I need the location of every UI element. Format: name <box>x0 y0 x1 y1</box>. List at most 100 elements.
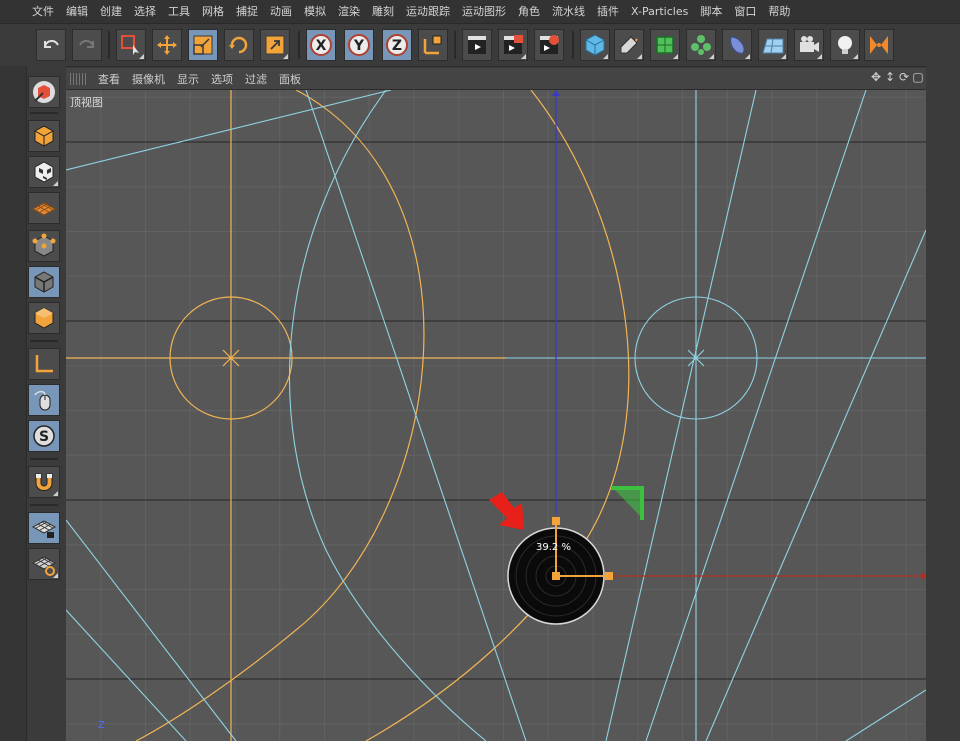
menu-item-14[interactable]: 流水线 <box>546 0 591 24</box>
model-mode-icon <box>34 125 54 147</box>
menu-item-5[interactable]: 网格 <box>196 0 230 24</box>
snap-mode-button[interactable]: S <box>28 420 60 452</box>
menu-item-12[interactable]: 运动图形 <box>456 0 512 24</box>
edit-mode-button[interactable] <box>28 76 60 108</box>
render-picture-button[interactable] <box>498 29 528 61</box>
dolly-icon[interactable]: ↕ <box>884 70 896 84</box>
undo-button[interactable] <box>36 29 66 61</box>
edges-mode-button[interactable] <box>28 266 60 298</box>
pan-icon[interactable]: ✥ <box>870 70 882 84</box>
texture-mode-button[interactable] <box>28 156 60 188</box>
radius-handle-top[interactable] <box>552 517 560 525</box>
render-view-button[interactable] <box>462 29 492 61</box>
menu-item-8[interactable]: 模拟 <box>298 0 332 24</box>
viewport-menu-item-1[interactable]: 摄像机 <box>126 71 171 87</box>
tweak-mode-button[interactable] <box>28 384 60 416</box>
scale-tool-button[interactable] <box>188 29 218 61</box>
menu-item-9[interactable]: 渲染 <box>332 0 366 24</box>
menu-item-4[interactable]: 工具 <box>162 0 196 24</box>
render-settings-icon <box>540 35 559 54</box>
axis-mode-button[interactable] <box>28 348 60 380</box>
grid <box>66 90 926 741</box>
make-editable-icon <box>33 81 55 103</box>
radius-handle-right[interactable] <box>605 572 613 580</box>
axis-label-z: Z <box>98 720 105 731</box>
menu-item-13[interactable]: 角色 <box>512 0 546 24</box>
live-selection-button[interactable] <box>116 29 146 61</box>
model-mode-button[interactable] <box>28 120 60 152</box>
viewport-menu-item-2[interactable]: 显示 <box>171 71 205 87</box>
y-axis-label: Y <box>353 38 365 54</box>
viewport-nav-controls: ✥ ↕ ⟳ ▢ <box>870 70 924 84</box>
workplane-lock-icon <box>31 520 57 538</box>
redo-button[interactable] <box>72 29 102 61</box>
menu-item-15[interactable]: 插件 <box>591 0 625 24</box>
orbit-icon[interactable]: ⟳ <box>898 70 910 84</box>
menu-item-2[interactable]: 创建 <box>94 0 128 24</box>
menu-item-16[interactable]: X-Particles <box>625 0 694 24</box>
cyan-splines <box>66 90 926 741</box>
subdivision-surface-button[interactable] <box>650 29 680 61</box>
viewport-menu-item-4[interactable]: 过滤 <box>239 71 273 87</box>
render-settings-button[interactable] <box>534 29 564 61</box>
svg-text:S: S <box>39 429 49 445</box>
undo-icon <box>44 40 59 48</box>
maximize-view-icon[interactable]: ▢ <box>912 70 924 84</box>
cube-primitive-button[interactable] <box>580 29 610 61</box>
menu-item-10[interactable]: 雕刻 <box>366 0 400 24</box>
orange-splines <box>66 90 630 741</box>
viewport-scene <box>66 90 926 741</box>
light-button[interactable] <box>830 29 860 61</box>
viewport-menu-item-5[interactable]: 面板 <box>273 71 307 87</box>
menu-item-6[interactable]: 捕捉 <box>230 0 264 24</box>
top-viewport[interactable]: 顶视图 39.2 % Z <box>66 90 926 741</box>
menu-item-7[interactable]: 动画 <box>264 0 298 24</box>
edges-mode-icon <box>34 271 54 293</box>
workplane-align-button[interactable] <box>28 548 60 580</box>
polygons-mode-button[interactable] <box>28 302 60 334</box>
axis-mode-icon <box>35 355 53 373</box>
x-axis-lock-button[interactable]: X <box>306 29 336 61</box>
solo-icon: S <box>33 425 55 447</box>
points-mode-icon <box>32 233 56 257</box>
viewport-menu-bar: 查看 摄像机 显示 选项 过滤 面板 <box>66 68 926 90</box>
floor-button[interactable] <box>758 29 788 61</box>
left-strip <box>0 66 27 741</box>
arrow-annotation-icon <box>489 492 524 530</box>
falloff-percent: 39.2 % <box>536 542 571 553</box>
x-axis-label: X <box>316 38 327 54</box>
viewport-menu-item-3[interactable]: 选项 <box>205 71 239 87</box>
snapping-button[interactable] <box>28 466 60 498</box>
viewport-menu-item-0[interactable]: 查看 <box>92 71 126 87</box>
workplane-icon <box>31 202 57 216</box>
z-axis-lock-button[interactable]: Z <box>382 29 412 61</box>
render-view-icon <box>468 36 486 54</box>
rotate-icon <box>229 36 248 54</box>
camera-button[interactable] <box>794 29 824 61</box>
menu-item-0[interactable]: 文件 <box>26 0 60 24</box>
coordinate-system-button[interactable] <box>418 29 448 61</box>
deformer-button[interactable] <box>722 29 752 61</box>
move-icon <box>157 35 177 55</box>
cloner-button[interactable] <box>686 29 716 61</box>
menu-item-11[interactable]: 运动跟踪 <box>400 0 456 24</box>
recent-tool-button[interactable] <box>260 29 290 61</box>
workplane-mode-button[interactable] <box>28 192 60 224</box>
x-particles-button[interactable] <box>864 29 894 61</box>
menu-item-18[interactable]: 窗口 <box>728 0 762 24</box>
lock-workplane-button[interactable] <box>28 512 60 544</box>
menu-item-17[interactable]: 脚本 <box>694 0 728 24</box>
rotate-tool-button[interactable] <box>224 29 254 61</box>
pen-spline-button[interactable] <box>614 29 644 61</box>
center-handle[interactable] <box>552 572 560 580</box>
x-particles-icon <box>870 36 888 54</box>
menu-item-3[interactable]: 选择 <box>128 0 162 24</box>
redo-icon <box>79 40 94 48</box>
move-tool-button[interactable] <box>152 29 182 61</box>
menu-item-1[interactable]: 编辑 <box>60 0 94 24</box>
main-toolbar: X Y Z <box>0 25 960 67</box>
y-axis-lock-button[interactable]: Y <box>344 29 374 61</box>
points-mode-button[interactable] <box>28 230 60 262</box>
grip-handle[interactable] <box>70 72 86 85</box>
menu-item-19[interactable]: 帮助 <box>762 0 796 24</box>
